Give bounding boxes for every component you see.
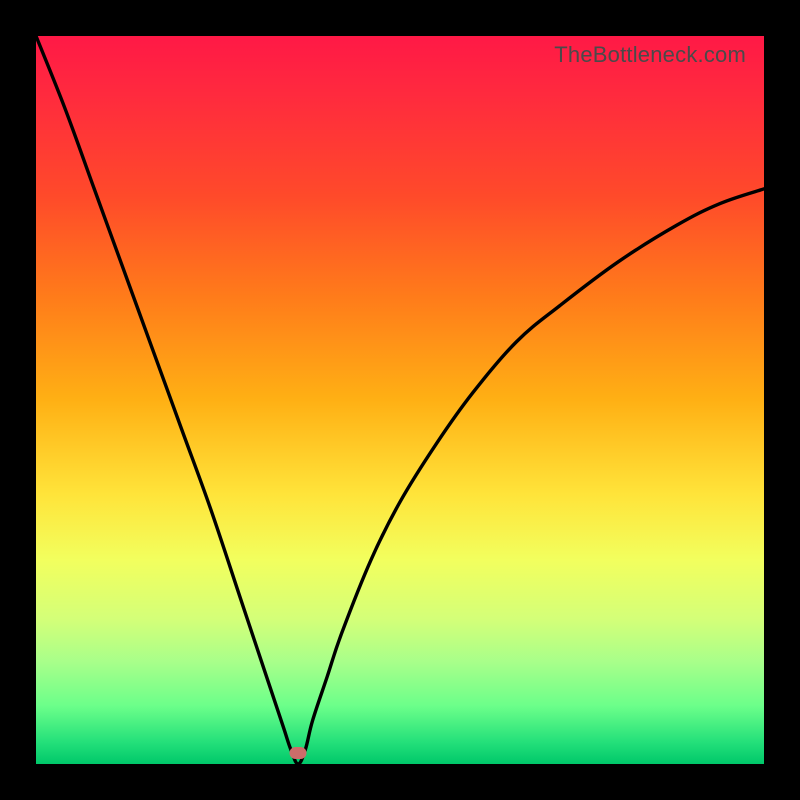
plot-area: TheBottleneck.com [36,36,764,764]
optimum-marker [290,747,307,759]
bottleneck-curve [36,36,764,764]
chart-frame: TheBottleneck.com [0,0,800,800]
